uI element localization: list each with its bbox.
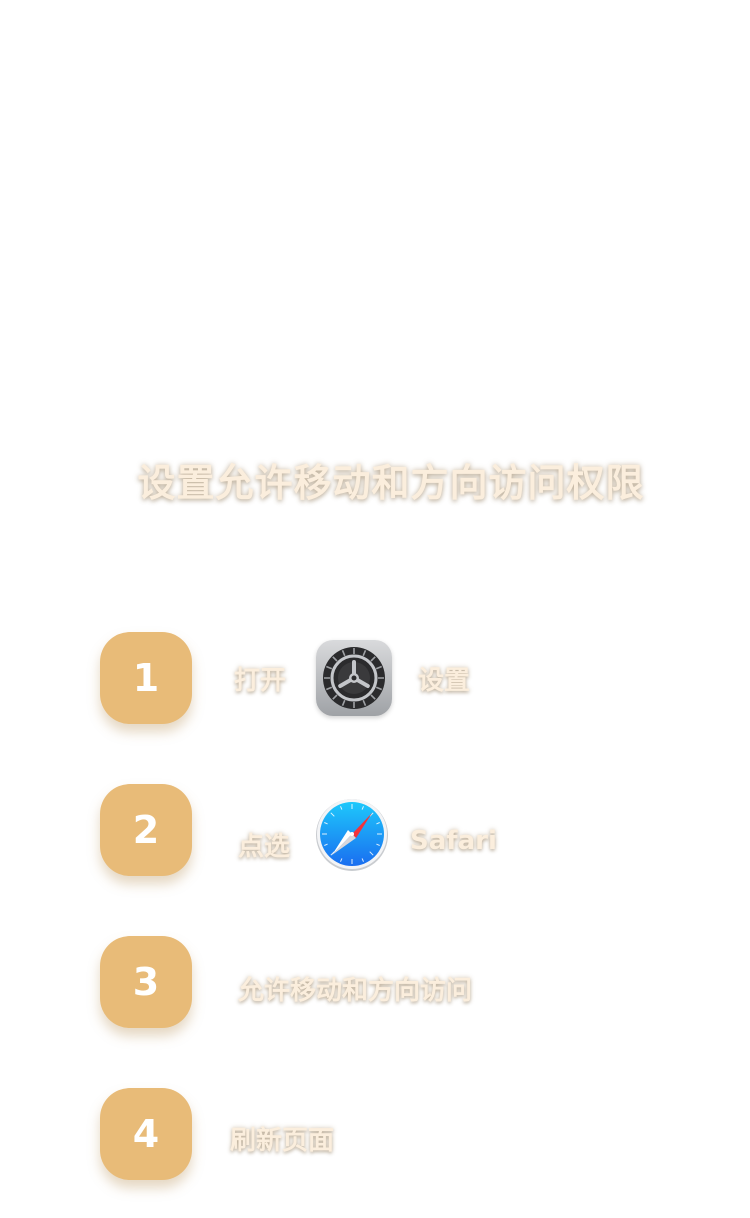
step-1: 1 打开 设置 <box>100 632 720 724</box>
step-number-badge: 2 <box>100 784 192 876</box>
step-3-label: 允许移动和方向访问 <box>238 976 473 1006</box>
safari-icon <box>314 796 390 872</box>
settings-icon <box>316 640 392 716</box>
step-2: 2 点选 Safari <box>100 784 720 876</box>
step-1-action-label: 打开 <box>234 666 287 696</box>
step-number-badge: 1 <box>100 632 192 724</box>
step-1-target-label: 设置 <box>418 666 471 696</box>
page-title: 设置允许移动和方向访问权限 <box>137 461 645 505</box>
step-2-action-label: 点选 <box>238 832 291 862</box>
step-number-badge: 4 <box>100 1088 192 1180</box>
step-4: 4 刷新页面 <box>100 1088 720 1180</box>
step-2-target-label: Safari <box>410 826 497 856</box>
step-4-label: 刷新页面 <box>230 1126 335 1156</box>
step-3: 3 允许移动和方向访问 <box>100 936 720 1028</box>
step-number-badge: 3 <box>100 936 192 1028</box>
